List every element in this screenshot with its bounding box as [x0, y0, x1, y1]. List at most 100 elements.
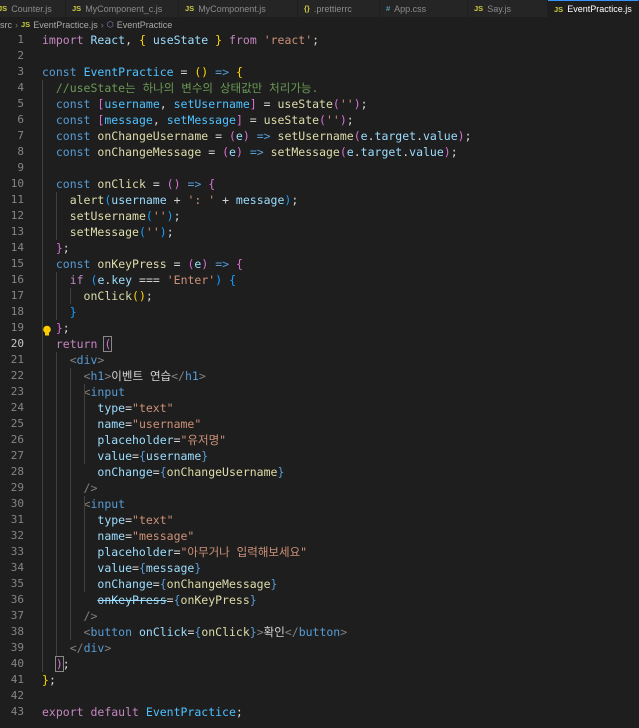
code-token: ; — [360, 97, 368, 111]
code-token: useState — [263, 113, 320, 127]
code-line[interactable]: 30 <input — [0, 496, 639, 512]
code-line[interactable]: 23 <input — [0, 384, 639, 400]
code-line[interactable]: 29 /> — [0, 480, 639, 496]
code-token: { — [235, 65, 243, 79]
line-number: 24 — [10, 401, 24, 414]
code-line[interactable]: 11 alert(username + ': ' + message); — [0, 192, 639, 208]
code-editor[interactable]: 1 import React, { useState } from 'react'… — [0, 32, 639, 728]
code-line[interactable]: 20 return ( — [0, 336, 639, 352]
code-line[interactable]: 17 onClick(); — [0, 288, 639, 304]
code-line[interactable]: 32 name="message" — [0, 528, 639, 544]
tab-mycomponent-c-js[interactable]: JS MyComponent_c.js — [66, 0, 179, 17]
code-line[interactable]: 12 setUsername(''); — [0, 208, 639, 224]
code-token: setUsername — [277, 129, 354, 143]
code-token: 'react' — [263, 33, 313, 47]
code-line[interactable]: 4 //useState는 하나의 변수의 상태값만 처리가능. — [0, 80, 639, 96]
code-token: ( — [353, 129, 361, 143]
code-line[interactable]: 22 <h1>이벤트 연습</h1> — [0, 368, 639, 384]
code-line[interactable]: 38 <button onClick={onClick}>확인</button> — [0, 624, 639, 640]
breadcrumb-symbol[interactable]: EventPractice — [117, 20, 173, 30]
code-line[interactable]: 37 /> — [0, 608, 639, 624]
line-number: 7 — [17, 129, 24, 142]
code-text: const onClick = () => { — [42, 176, 215, 192]
code-line[interactable]: 19 }; — [0, 320, 639, 336]
code-line[interactable]: 8 const onChangeMessage = (e) => setMess… — [0, 144, 639, 160]
code-token: '' — [152, 209, 167, 223]
code-line[interactable]: 1 import React, { useState } from 'react'… — [0, 32, 639, 48]
code-line[interactable]: 27 value={username} — [0, 448, 639, 464]
code-token: { — [138, 561, 146, 575]
code-text: value={username} — [42, 448, 208, 464]
line-number: 37 — [10, 609, 24, 622]
line-number: 34 — [10, 561, 24, 574]
code-token: default — [90, 705, 139, 719]
code-token: } — [194, 561, 202, 575]
code-line[interactable]: 42 — [0, 688, 639, 704]
code-line[interactable]: 15 const onKeyPress = (e) => { — [0, 256, 639, 272]
lightbulb-icon[interactable] — [42, 322, 52, 336]
code-line[interactable]: 26 placeholder="유저명" — [0, 432, 639, 448]
code-line[interactable]: 18 } — [0, 304, 639, 320]
code-token: = — [132, 449, 139, 463]
code-line[interactable]: 6 const [message, setMessage] = useState… — [0, 112, 639, 128]
code-line[interactable]: 25 name="username" — [0, 416, 639, 432]
code-line[interactable]: 5 const [username, setUsername] = useSta… — [0, 96, 639, 112]
code-line[interactable]: 33 placeholder="아무거나 입력해보세요" — [0, 544, 639, 560]
code-line[interactable]: 3 const EventPractice = () => { — [0, 64, 639, 80]
code-token: ; — [346, 113, 354, 127]
tab-app-css[interactable]: # App.css — [380, 0, 468, 17]
code-line[interactable]: 39 </div> — [0, 640, 639, 656]
code-line[interactable]: 10 const onClick = () => { — [0, 176, 639, 192]
code-token: ) — [54, 656, 64, 672]
code-line[interactable]: 41}; — [0, 672, 639, 688]
tab-prettierrc[interactable]: {} .prettierrc — [298, 0, 380, 17]
code-line[interactable]: 40 ); — [0, 656, 639, 672]
json-file-icon: {} — [304, 4, 310, 13]
code-token: ( — [145, 209, 153, 223]
tab-mycomponent-js[interactable]: JS MyComponent.js — [179, 0, 298, 17]
code-token: e — [229, 145, 236, 159]
code-line[interactable]: 21 <div> — [0, 352, 639, 368]
tab-label: MyComponent.js — [198, 3, 266, 14]
code-line[interactable]: 31 type="text" — [0, 512, 639, 528]
code-token: ( — [138, 225, 146, 239]
indent-guide — [56, 352, 57, 656]
code-line[interactable]: 43 export default EventPractice; — [0, 704, 639, 720]
code-line[interactable]: 16 if (e.key === 'Enter') { — [0, 272, 639, 288]
code-token: = — [152, 577, 160, 591]
code-line[interactable]: 7 const onChangeUsername = (e) => setUse… — [0, 128, 639, 144]
tab-say-js[interactable]: JS Say.js — [468, 0, 548, 17]
code-line[interactable]: 36 onKeyPress={onKeyPress} — [0, 592, 639, 608]
code-token: onChangeMessage — [166, 577, 271, 591]
code-token: ; — [166, 225, 174, 239]
code-line[interactable]: 9 — [0, 160, 639, 176]
code-line[interactable]: 14 }; — [0, 240, 639, 256]
breadcrumb-folder[interactable]: src — [0, 20, 12, 30]
code-token: = — [173, 545, 181, 559]
code-line[interactable]: 24 type="text" — [0, 400, 639, 416]
line-number: 15 — [10, 257, 24, 270]
code-token: = — [256, 97, 278, 111]
tab-eventpractice-js[interactable]: JS EventPractice.js — [548, 0, 639, 17]
code-token: setUsername — [69, 209, 146, 223]
indent-guide — [84, 384, 85, 464]
tab-counter-js[interactable]: JS Counter.js — [0, 0, 66, 17]
code-token: > — [340, 625, 348, 639]
code-token: ; — [291, 193, 299, 207]
code-token: </ — [171, 369, 185, 383]
code-line[interactable]: 35 onChange={onChangeMessage} — [0, 576, 639, 592]
code-line[interactable]: 28 onChange={onChangeUsername} — [0, 464, 639, 480]
breadcrumb-file[interactable]: EventPractice.js — [33, 20, 98, 30]
code-line[interactable]: 2 — [0, 48, 639, 64]
code-line[interactable]: 13 setMessage(''); — [0, 224, 639, 240]
code-token: } — [55, 321, 63, 335]
line-number: 43 — [10, 705, 24, 718]
code-line[interactable]: 34 value={message} — [0, 560, 639, 576]
code-token: ] — [249, 97, 257, 111]
line-number: 6 — [17, 113, 24, 126]
